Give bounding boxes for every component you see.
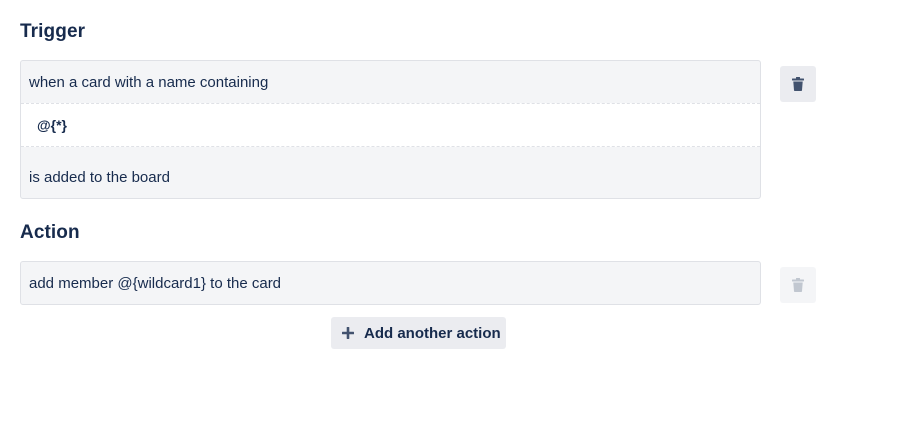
trash-icon (792, 278, 804, 292)
trash-icon (792, 77, 804, 91)
delete-trigger-button[interactable] (780, 66, 816, 102)
action-card: add member @{wildcard1} to the card (20, 261, 761, 305)
card-name-pattern-input[interactable]: @{*} (21, 103, 760, 147)
action-text: add member @{wildcard1} to the card (29, 275, 282, 292)
trigger-heading: Trigger (20, 21, 86, 42)
action-heading: Action (20, 222, 80, 243)
trigger-text-line2: is added to the board (29, 169, 170, 186)
add-another-action-label: Add another action (364, 324, 501, 342)
plus-icon (342, 327, 354, 339)
trigger-card: when a card with a name containing @{*} … (20, 60, 761, 199)
delete-action-button[interactable] (780, 267, 816, 303)
trigger-text-line1: when a card with a name containing (29, 74, 269, 91)
add-another-action-button[interactable]: Add another action (331, 317, 506, 349)
rule-editor: Trigger when a card with a name containi… (0, 0, 921, 428)
